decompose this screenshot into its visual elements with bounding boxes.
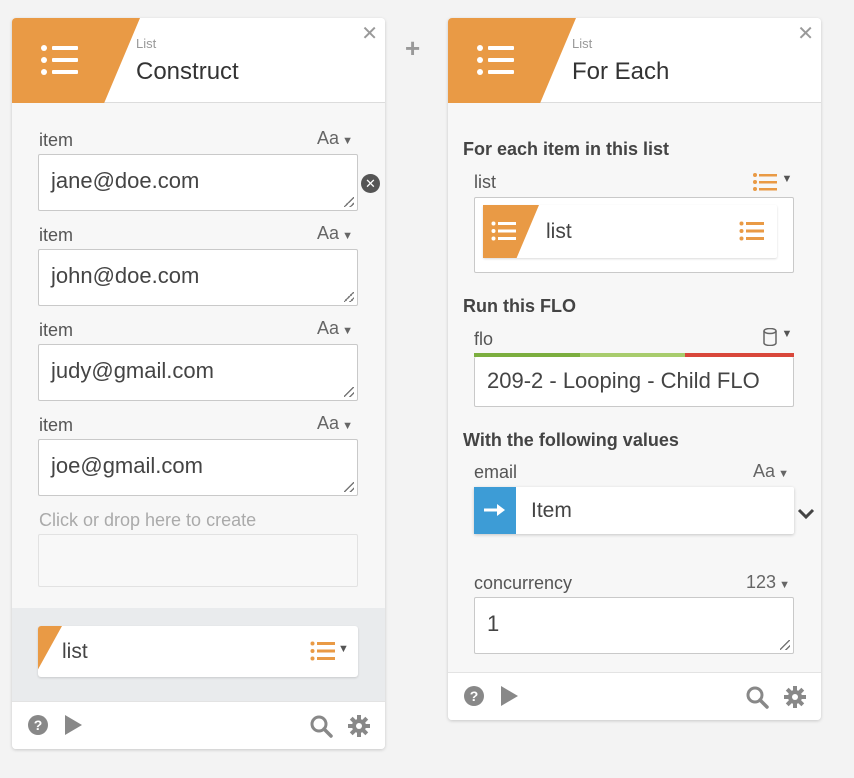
- item-label: item: [39, 130, 74, 150]
- chevron-down-icon: ▼: [781, 328, 793, 340]
- type-selector[interactable]: 123 ▼: [746, 572, 790, 593]
- close-icon[interactable]: ✕: [797, 21, 814, 46]
- create-drop-zone[interactable]: [38, 534, 358, 587]
- gear-icon[interactable]: [347, 714, 371, 738]
- search-icon[interactable]: [745, 685, 769, 709]
- token-type-tab: [474, 487, 516, 534]
- output-token[interactable]: list ▼: [38, 626, 358, 677]
- card-category: List: [572, 36, 593, 51]
- chevron-down-icon: ▼: [339, 230, 353, 242]
- resize-handle[interactable]: [780, 640, 790, 650]
- search-icon[interactable]: [309, 714, 333, 738]
- chevron-down-icon[interactable]: ▼: [338, 643, 349, 655]
- card-header: List For Each ✕: [448, 18, 821, 103]
- help-icon[interactable]: ?: [463, 685, 485, 707]
- chevron-down-icon[interactable]: [797, 508, 815, 520]
- resize-handle[interactable]: [344, 387, 354, 397]
- email-token[interactable]: Item: [474, 487, 794, 534]
- item-input[interactable]: john@doe.com: [38, 249, 358, 306]
- flo-label: flo: [474, 329, 494, 349]
- item-input[interactable]: judy@gmail.com: [38, 344, 358, 401]
- list-icon: [477, 45, 514, 75]
- play-icon[interactable]: [499, 685, 519, 707]
- type-selector[interactable]: Aa ▼: [317, 318, 353, 339]
- email-label: email: [474, 462, 518, 482]
- section-heading: With the following values: [463, 430, 679, 450]
- type-text: Aa: [753, 461, 776, 481]
- list-icon: [491, 221, 516, 241]
- item-input[interactable]: joe@gmail.com: [38, 439, 358, 496]
- token-label: Item: [531, 499, 572, 522]
- list-icon: [753, 173, 777, 191]
- list-token[interactable]: list: [483, 205, 777, 258]
- list-for-each-card: List For Each ✕ For each item in this li…: [448, 18, 821, 720]
- type-selector[interactable]: Aa ▼: [753, 461, 789, 482]
- list-type-selector[interactable]: ▼: [753, 173, 792, 196]
- help-icon[interactable]: ?: [27, 714, 49, 736]
- item-input[interactable]: jane@doe.com: [38, 154, 358, 211]
- concurrency-label: concurrency: [474, 573, 573, 593]
- token-accent: [38, 626, 62, 670]
- token-type-tab: [483, 205, 539, 258]
- resize-handle[interactable]: [344, 197, 354, 207]
- token-label: list: [546, 220, 572, 243]
- chevron-down-icon: ▼: [339, 420, 353, 432]
- resize-handle[interactable]: [344, 482, 354, 492]
- flo-select[interactable]: 209-2 - Looping - Child FLO: [474, 357, 794, 407]
- card-body: item Aa ▼ jane@doe.com ✕ item Aa ▼ john@…: [12, 103, 385, 608]
- output-area: list ▼: [12, 608, 385, 701]
- chevron-down-icon: ▼: [339, 325, 353, 337]
- type-selector[interactable]: Aa ▼: [317, 223, 353, 244]
- item-label: item: [39, 320, 74, 340]
- card-footer: ?: [448, 672, 821, 720]
- card-title: For Each: [572, 58, 670, 85]
- card-title: Construct: [136, 58, 239, 85]
- play-icon[interactable]: [63, 714, 83, 736]
- type-text: Aa: [317, 223, 340, 243]
- concurrency-input[interactable]: 1: [474, 597, 794, 654]
- section-heading: For each item in this list: [463, 139, 670, 159]
- add-card-icon[interactable]: +: [405, 33, 420, 64]
- chevron-down-icon: ▼: [775, 468, 789, 480]
- chevron-down-icon: ▼: [776, 579, 790, 591]
- card-type-tab: [448, 18, 576, 103]
- svg-text:?: ?: [470, 688, 479, 704]
- token-label: list: [62, 640, 88, 663]
- item-label: item: [39, 225, 74, 245]
- type-selector[interactable]: Aa ▼: [317, 128, 353, 149]
- arrow-right-icon: [484, 504, 505, 516]
- close-icon[interactable]: ✕: [361, 21, 378, 46]
- chevron-down-icon: ▼: [781, 173, 793, 185]
- create-hint: Click or drop here to create: [39, 510, 257, 530]
- type-text: 123: [746, 572, 777, 592]
- type-text: Aa: [317, 413, 340, 433]
- card-footer: ?: [12, 701, 385, 749]
- resize-handle[interactable]: [344, 292, 354, 302]
- type-text: Aa: [317, 128, 340, 148]
- svg-text:?: ?: [34, 717, 43, 733]
- card-header: List Construct ✕: [12, 18, 385, 103]
- list-field-label: list: [474, 172, 496, 192]
- list-icon: [310, 641, 335, 661]
- remove-item-icon[interactable]: ✕: [361, 174, 380, 193]
- card-category: List: [136, 36, 157, 51]
- type-text: Aa: [317, 318, 340, 338]
- chevron-down-icon: ▼: [339, 135, 353, 147]
- flo-type-selector[interactable]: ▼: [763, 327, 793, 351]
- list-field[interactable]: list: [474, 197, 794, 273]
- type-selector[interactable]: Aa ▼: [317, 413, 353, 434]
- card-body: For each item in this list list ▼ list R…: [448, 103, 821, 672]
- card-type-tab: [12, 18, 140, 103]
- section-heading: Run this FLO: [463, 296, 576, 316]
- list-construct-card: List Construct ✕ item Aa ▼ jane@doe.com …: [12, 18, 385, 749]
- list-icon: [739, 221, 764, 241]
- database-icon: [763, 327, 777, 347]
- list-icon: [41, 45, 78, 75]
- gear-icon[interactable]: [783, 685, 807, 709]
- item-label: item: [39, 415, 74, 435]
